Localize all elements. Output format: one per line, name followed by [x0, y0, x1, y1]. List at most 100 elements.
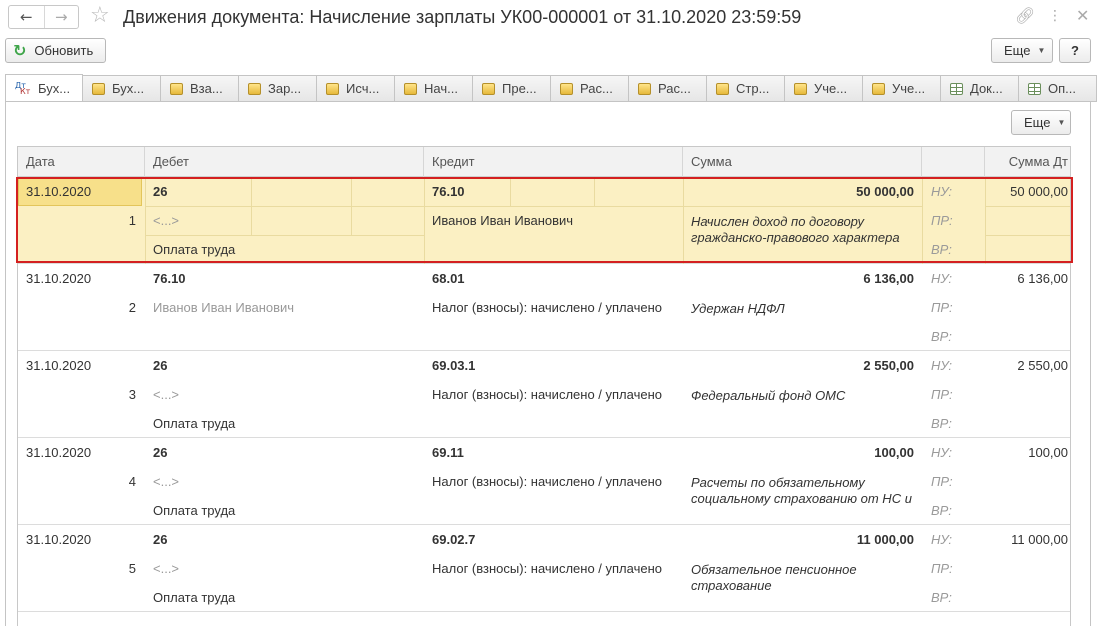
more-button-label: Еще [1004, 43, 1031, 58]
pr-label: ПР: [931, 387, 953, 402]
header-credit[interactable]: Кредит [424, 147, 683, 177]
column-divider [922, 177, 923, 264]
panel-more-label: Еще [1024, 115, 1051, 130]
tab-register[interactable]: Бух... [83, 75, 161, 102]
header-blank [922, 147, 985, 177]
debit-subconto-2: Оплата труда [153, 416, 236, 431]
table-row[interactable]: 31.10.2020 4 26 <...> Оплата труда 69.11 Налог… [18, 438, 1070, 525]
tab-register[interactable]: Уче... [785, 75, 863, 102]
sum-value: 11 000,00 [856, 532, 914, 547]
chevron-down-icon: ▼ [1057, 118, 1066, 127]
tab-register[interactable]: Пре... [473, 75, 551, 102]
table-row[interactable]: 31.10.2020 5 26 <...> Оплата труда 69.02.7 Нал… [18, 525, 1070, 612]
debit-subconto-2: Оплата труда [153, 503, 236, 518]
credit-subconto-1: Налог (взносы): начислено / уплачено [432, 561, 662, 576]
row-date: 31.10.2020 [26, 358, 92, 373]
sum-value: 50 000,00 [856, 184, 914, 199]
sum-value: 6 136,00 [863, 271, 914, 286]
register-icon [482, 82, 495, 95]
vr-label: ВР: [931, 590, 952, 605]
credit-subconto-2 [432, 322, 677, 351]
register-icon [716, 82, 729, 95]
posting-content: Федеральный фонд ОМС [691, 388, 846, 403]
table-row[interactable]: 31.10.2020 2 76.10 Иванов Иван Иванович 68.0… [18, 264, 1070, 351]
credit-subconto-1: Иванов Иван Иванович [432, 213, 574, 228]
tab-register[interactable]: Зар... [239, 75, 317, 102]
vr-label: ВР: [931, 503, 952, 518]
tab-register[interactable]: Исч... [317, 75, 395, 102]
tab-table[interactable]: Оп... [1019, 75, 1097, 102]
tab-register[interactable]: Стр... [707, 75, 785, 102]
page-title: Движения документа: Начисление зарплаты … [123, 7, 802, 27]
credit-account: 69.02.7 [432, 532, 476, 547]
refresh-button[interactable]: ↻ Обновить [5, 38, 106, 63]
tab-label: Бух... [112, 81, 145, 96]
pr-label: ПР: [931, 561, 953, 576]
posting-content: Расчеты по обязательному социальному стр… [691, 475, 912, 506]
dt-kt-icon: Дт Кт [15, 80, 31, 96]
vr-label: ВР: [931, 329, 952, 344]
link-icon[interactable]: 🔗︎ [1015, 6, 1035, 26]
column-divider [424, 177, 425, 264]
row-date: 31.10.2020 [26, 271, 92, 286]
sum-dt-value: 11 000,00 [1011, 532, 1068, 547]
row-number: 1 [128, 213, 136, 228]
arrow-right-icon[interactable]: → [43, 6, 79, 28]
tab-register[interactable]: Уче... [863, 75, 941, 102]
row-number: 4 [128, 474, 136, 489]
chevron-down-icon: ▼ [1037, 46, 1046, 55]
register-icon [404, 82, 417, 95]
register-icon [92, 82, 105, 95]
star-icon[interactable]: ☆ [90, 3, 110, 29]
row-date: 31.10.2020 [26, 445, 92, 460]
cell-divider [985, 235, 1070, 236]
tab-table[interactable]: Док... [941, 75, 1019, 102]
arrow-left-icon[interactable]: ← [9, 6, 44, 28]
sum-value: 100,00 [874, 445, 914, 460]
tab-label: Зар... [268, 81, 302, 96]
tab-label: Рас... [658, 81, 691, 96]
header-sum-dt[interactable]: Сумма Дт [985, 147, 1070, 177]
nu-label: НУ: [931, 358, 953, 373]
header-date[interactable]: Дата [18, 147, 145, 177]
credit-subconto-1: Налог (взносы): начислено / уплачено [432, 474, 662, 489]
tab-label: Уче... [892, 81, 926, 96]
debit-subconto-2: Оплата труда [153, 242, 236, 257]
cell-divider [985, 206, 1070, 207]
close-icon[interactable]: ✕ [1076, 6, 1089, 26]
credit-subconto-2 [432, 409, 677, 438]
more-button[interactable]: Еще ▼ [991, 38, 1053, 63]
register-icon [872, 82, 885, 95]
debit-subconto-1: <...> [153, 561, 180, 576]
table-row[interactable]: 31.10.2020 3 26 <...> Оплата труда 69.03.1 Нал… [18, 351, 1070, 438]
table-row[interactable]: 31.10.2020 1 26 <...> Оплата труда 76.10 Ивано… [18, 177, 1070, 264]
help-button[interactable]: ? [1059, 38, 1091, 63]
tab-register[interactable]: Вза... [161, 75, 239, 102]
tab-accounting-dtkt[interactable]: Дт Кт Бух... [5, 74, 83, 102]
posting-content: Обязательное пенсионное страхование [691, 562, 857, 593]
refresh-icon: ↻ [13, 41, 27, 60]
tab-label: Нач... [424, 81, 458, 96]
nu-label: НУ: [931, 184, 953, 199]
credit-subconto-1: Налог (взносы): начислено / уплачено [432, 387, 662, 402]
sum-dt-value: 100,00 [1028, 445, 1068, 460]
postings-table[interactable]: Дата Дебет Кредит Сумма Сумма Дт 31.10.2… [17, 146, 1071, 626]
tab-register[interactable]: Рас... [629, 75, 707, 102]
column-divider [145, 177, 146, 264]
help-button-label: ? [1071, 43, 1079, 58]
tab-register[interactable]: Нач... [395, 75, 473, 102]
tab-label: Исч... [346, 81, 380, 96]
register-icon [326, 82, 339, 95]
row-number: 5 [128, 561, 136, 576]
tab-label: Док... [970, 81, 1003, 96]
sum-dt-value: 6 136,00 [1017, 271, 1068, 286]
credit-subconto-1: Налог (взносы): начислено / уплачено [432, 300, 662, 315]
vr-label: ВР: [931, 242, 952, 257]
header-debit[interactable]: Дебет [145, 147, 424, 177]
panel-more-button[interactable]: Еще ▼ [1011, 110, 1071, 135]
row-date: 31.10.2020 [26, 532, 92, 547]
vertical-dots-icon[interactable]: ⋮ [1048, 6, 1062, 26]
nu-label: НУ: [931, 445, 953, 460]
tab-register[interactable]: Рас... [551, 75, 629, 102]
header-sum[interactable]: Сумма [683, 147, 922, 177]
